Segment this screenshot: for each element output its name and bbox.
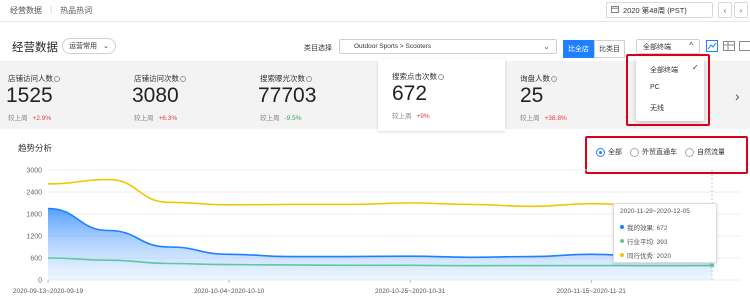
x-tick-label: 2020-10-04~2020-10-10 xyxy=(194,288,265,295)
week-picker[interactable]: 2020 第48周 (PST) xyxy=(606,2,713,18)
chevron-down-icon: ⌄ xyxy=(543,42,550,51)
metric-value: 77703 xyxy=(258,84,317,107)
calendar-icon xyxy=(611,5,619,15)
metric-compare: 较上周 +6.3% xyxy=(134,115,178,122)
metric-label: 搜索曝光次数 xyxy=(260,73,312,84)
y-tick-label: 1200 xyxy=(26,234,42,241)
next-week-button[interactable]: › xyxy=(734,2,748,18)
metric-card[interactable]: 店铺访问人数 1525 较上周 +2.9% xyxy=(0,61,125,129)
nav-item-hot-products[interactable]: 热品热词 xyxy=(60,5,92,16)
compare-toggle: 比全店 比类目 xyxy=(563,40,625,58)
compare-category-button[interactable]: 比类目 xyxy=(594,40,625,58)
category-label: 类目选择 xyxy=(304,45,332,52)
page-title: 经营数据 xyxy=(12,42,58,54)
category-select[interactable]: Outdoor Sports > Scooters ⌄ xyxy=(339,39,557,54)
tooltip-row: 同行优秀: 2020 xyxy=(620,250,671,260)
info-icon xyxy=(54,76,60,83)
chevron-down-icon: ⌄ xyxy=(103,43,109,50)
metric-compare: 较上周 +38.8% xyxy=(520,115,567,122)
metric-card[interactable]: 询盘人数 25 较上周 +38.8% xyxy=(510,61,635,129)
chart-tooltip: 2020-11-29~2020-12-05 我的效果: 672 行业平均: 39… xyxy=(613,203,717,263)
y-tick-label: 0 xyxy=(38,278,42,285)
x-tick-label: 2020-11-15~2020-11-21 xyxy=(557,288,627,295)
metric-label: 搜索点击次数 xyxy=(392,71,444,82)
metric-value: 3080 xyxy=(132,84,179,107)
terminal-dropdown[interactable]: 全部终端 ^ xyxy=(636,39,700,54)
x-tick-label: 2020-10-25~2020-10-31 xyxy=(375,288,446,295)
tooltip-row: 行业平均: 393 xyxy=(620,236,667,246)
series-line xyxy=(47,178,712,208)
compare-all-button[interactable]: 比全店 xyxy=(563,40,594,58)
chevron-up-icon: ^ xyxy=(689,41,693,50)
business-type-value: 运营常用 xyxy=(69,43,97,50)
metric-label: 询盘人数 xyxy=(520,73,557,84)
table-view-icon[interactable] xyxy=(722,39,736,53)
metric-card-selected[interactable]: 搜索点击次数 672 较上周 +9% xyxy=(378,59,505,131)
y-tick-label: 600 xyxy=(30,256,42,263)
top-bar: 经营数据 | 热品热词 2020 第48周 (PST) ‹ › xyxy=(0,0,750,22)
category-value: Outdoor Sports > Scooters xyxy=(354,43,432,50)
metric-compare: 较上周 +9% xyxy=(392,113,430,120)
y-tick-label: 3000 xyxy=(26,168,42,175)
chevron-right-icon[interactable]: › xyxy=(735,88,740,104)
business-type-dropdown[interactable]: 运营常用 ⌄ xyxy=(62,38,116,54)
y-tick-label: 1800 xyxy=(26,212,42,219)
x-tick-label: 2020-09-13~2020-09-19 xyxy=(13,288,84,295)
info-icon xyxy=(551,76,557,83)
trend-title: 趋势分析 xyxy=(18,143,53,153)
nav-item-business-data[interactable]: 经营数据 xyxy=(10,5,42,16)
highlight-box xyxy=(626,54,710,126)
metric-card[interactable]: 搜索曝光次数 77703 较上周 -9.5% xyxy=(252,61,377,129)
metric-value: 1525 xyxy=(6,84,53,107)
legend-dot xyxy=(620,225,624,229)
tooltip-period: 2020-11-29~2020-12-05 xyxy=(620,208,690,215)
metric-card[interactable]: 店铺访问次数 3080 较上周 +6.3% xyxy=(126,61,251,129)
info-icon xyxy=(306,76,312,83)
week-value: 2020 第48周 (PST) xyxy=(623,5,687,15)
top-nav: 经营数据 | 热品热词 xyxy=(10,5,92,16)
info-icon xyxy=(438,74,444,81)
grid-view-icon[interactable] xyxy=(738,39,750,53)
info-icon xyxy=(180,76,186,83)
metric-label: 店铺访问人数 xyxy=(8,73,60,84)
tooltip-row: 我的效果: 672 xyxy=(620,222,667,232)
nav-separator: | xyxy=(50,5,53,14)
trend-view-icon[interactable] xyxy=(705,39,719,53)
legend-dot xyxy=(620,253,624,257)
prev-week-button[interactable]: ‹ xyxy=(718,2,732,18)
metric-compare: 较上周 +2.9% xyxy=(8,115,52,122)
legend-dot xyxy=(620,239,624,243)
y-tick-label: 2400 xyxy=(26,190,42,197)
metric-compare: 较上周 -9.5% xyxy=(260,115,302,122)
metric-value: 672 xyxy=(392,82,428,105)
terminal-value: 全部终端 xyxy=(643,43,671,51)
metric-label: 店铺访问次数 xyxy=(134,73,186,84)
metric-value: 25 xyxy=(520,84,544,107)
